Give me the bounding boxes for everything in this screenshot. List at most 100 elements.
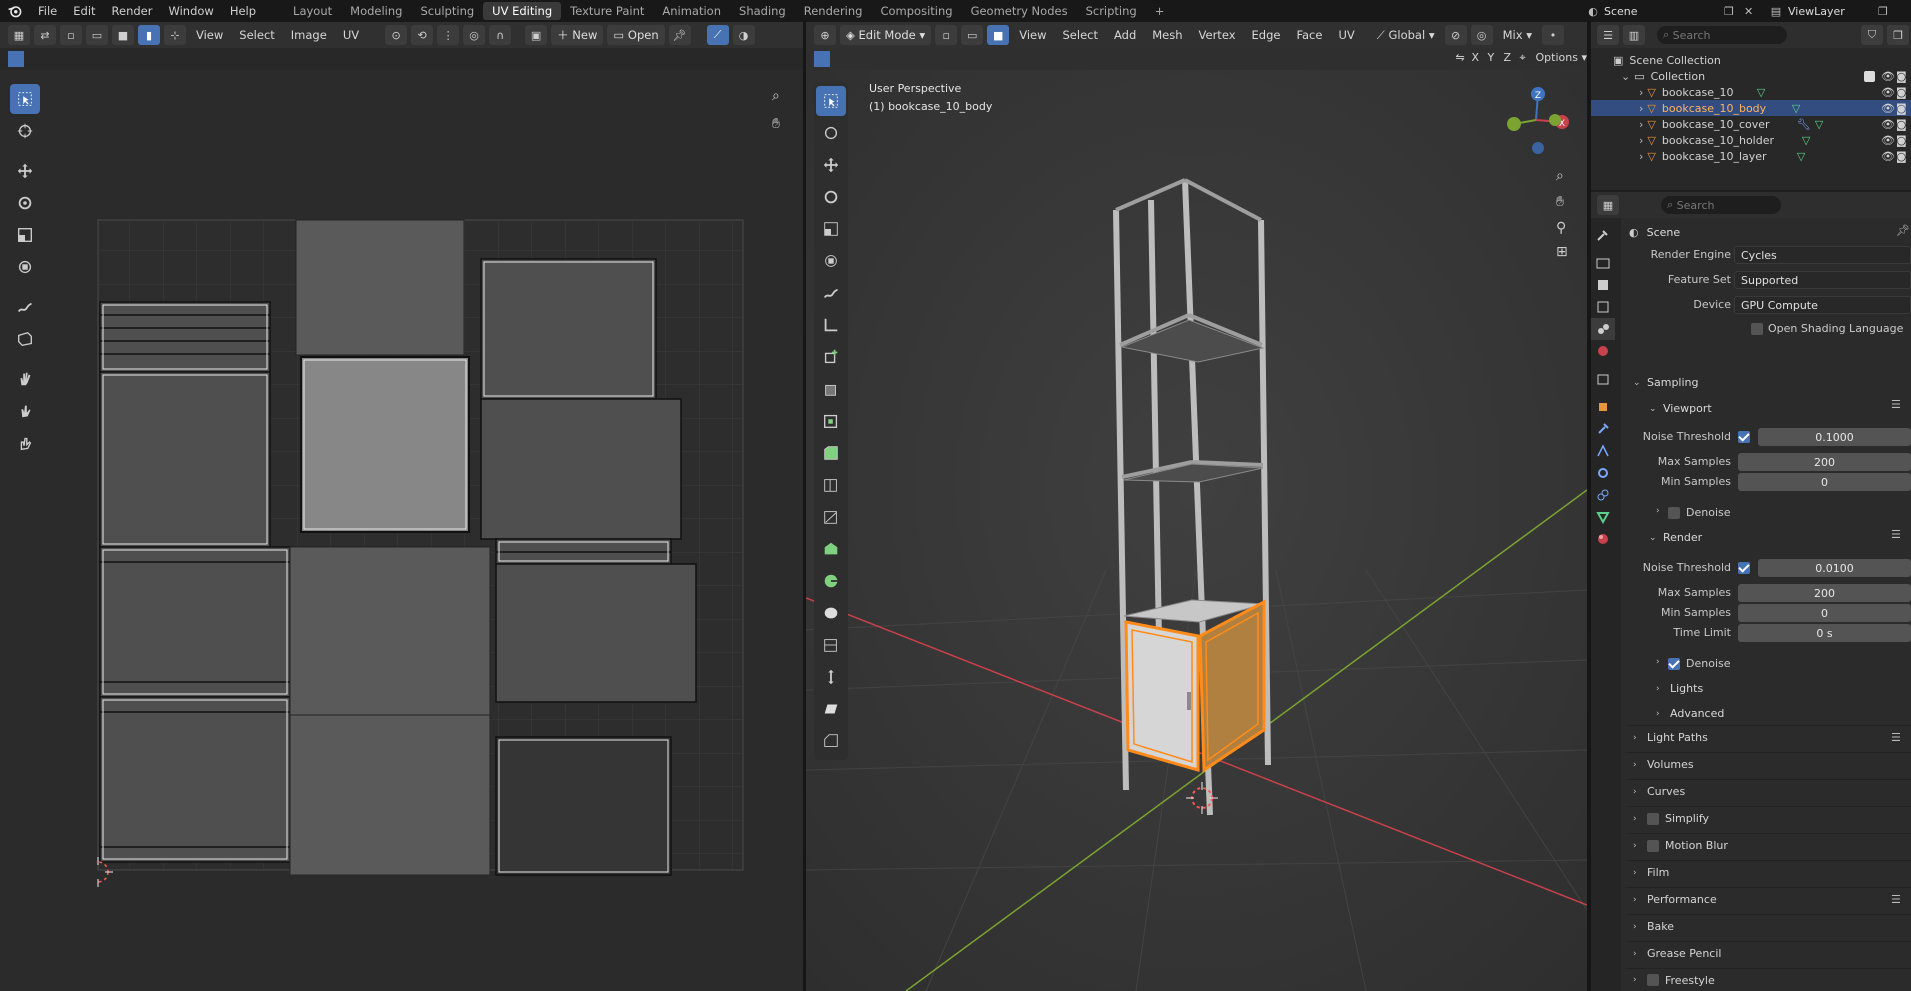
menu-edit[interactable]: Edit [65,4,103,18]
outliner-scene-collection[interactable]: ▣ Scene Collection [1591,52,1911,68]
mesh-data-icon[interactable]: ▽ [1797,150,1805,163]
outliner-item[interactable]: › ▽ bookcase_10 ▽ 👁︎ ◙ [1591,84,1911,100]
new-image-button[interactable]: ＋ New [551,25,604,45]
pin-icon[interactable]: 📌︎ [668,25,691,45]
outliner-item[interactable]: › ▽ bookcase_10_holder ▽ 👁︎ ◙ [1591,132,1911,148]
overlay-icon[interactable]: ◑ [732,25,755,45]
annotate-tool-icon[interactable] [10,292,40,322]
uv-edge-mode-icon[interactable]: ▭ [86,25,108,45]
vp-move-icon[interactable] [816,150,846,180]
panel-motion-blur[interactable]: › Motion Blur [1627,833,1911,857]
vertex-select-icon[interactable]: ▫ [935,25,958,45]
list-icon[interactable]: ☰ [1891,893,1901,906]
simplify-checkbox[interactable] [1647,812,1659,825]
new-collection-icon[interactable]: ❐ [1887,25,1909,45]
editor-type-icon[interactable]: ▦ [8,25,30,45]
outliner-collection[interactable]: ⌄ ▭ Collection 👁︎ ◙ [1591,68,1911,84]
mesh-data-icon[interactable]: ▽ [1802,134,1810,147]
display-mode-icon[interactable]: ▥ [1623,25,1645,45]
outliner-item[interactable]: › ▽ bookcase_10_layer ▽ 👁︎ ◙ [1591,148,1911,164]
mesh-data-icon[interactable]: ▽ [1815,118,1823,131]
view-layer-tab-icon[interactable] [1591,296,1615,318]
vp-camera-icon[interactable]: ⚲ [1556,220,1566,236]
modifier-icon[interactable]: 🔧︎ [1797,118,1811,131]
face-select-icon[interactable]: ■ [987,25,1010,45]
osl-checkbox[interactable] [1751,323,1763,335]
axis-y-toggle[interactable]: Y [1488,51,1504,67]
uv-menu-image[interactable]: Image [283,28,335,42]
tool-tab-icon[interactable] [1591,224,1615,246]
tab-shading[interactable]: Shading [730,2,795,20]
collection-checkbox[interactable] [1864,70,1875,82]
vp-transform-icon[interactable] [816,246,846,276]
tab-modeling[interactable]: Modeling [341,2,411,20]
pinch-tool-icon[interactable] [10,428,40,458]
vp-pan-icon[interactable]: ✋︎ [1556,194,1564,210]
panel-grease-pencil[interactable]: › Grease Pencil [1627,941,1911,965]
shear-icon[interactable] [816,694,846,724]
list-icon[interactable]: ☰ [1891,398,1901,411]
sticky-select-icon[interactable]: ⊹ [164,25,186,45]
panel-light-paths[interactable]: › Light Paths ☰ [1627,725,1911,749]
extrude-region-icon[interactable] [816,374,846,404]
vp-select-invert-icon[interactable] [862,51,878,67]
render-icon[interactable]: ◙ [1896,102,1907,115]
vp-measure-icon[interactable] [816,310,846,340]
tab-sculpting[interactable]: Sculpting [411,2,483,20]
visibility-icon[interactable]: 👁︎ [1881,150,1895,163]
snap-target-icon[interactable]: ⋮ [437,25,460,45]
spin-icon[interactable] [816,566,846,596]
pin-icon[interactable]: 📌︎ [1896,224,1910,237]
tab-scripting[interactable]: Scripting [1077,2,1146,20]
viewlayer-icon[interactable]: ▤ [1764,5,1788,18]
menu-render[interactable]: Render [104,4,161,18]
options-dropdown[interactable]: Options ▾ [1536,51,1587,67]
vp-select-box-icon[interactable] [816,86,846,116]
axis-z-toggle[interactable]: Z [1504,51,1520,67]
snap-toggle-icon[interactable]: • [1541,25,1564,45]
render-icon[interactable]: ◙ [1896,150,1907,163]
poly-build-icon[interactable] [816,534,846,564]
render-subpanel-header[interactable]: ⌄ Render [1649,531,1702,544]
vp-rotate-icon[interactable] [816,182,846,212]
uv-menu-select[interactable]: Select [231,28,282,42]
auto-merge-icon[interactable]: ⌖ [1520,51,1536,67]
move-tool-icon[interactable] [10,156,40,186]
advanced-subpanel-header[interactable]: › Advanced [1656,707,1724,720]
viewport-noise-threshold-checkbox[interactable] [1738,431,1750,443]
physics-tab-icon[interactable] [1591,462,1615,484]
viewlayer-copy-icon[interactable]: ❐ [1878,5,1898,18]
vp-menu-select[interactable]: Select [1055,28,1106,42]
panel-volumes[interactable]: › Volumes [1627,752,1911,776]
orientation-dropdown[interactable]: ⟋ Global ▾ [1369,28,1443,43]
menu-help[interactable]: Help [222,4,264,18]
viewport-editor-type-icon[interactable]: ⊕ [814,25,836,45]
render-noise-threshold-field[interactable]: 0.0100 [1758,559,1911,577]
properties-editor-type-icon[interactable]: ▦ [1597,195,1619,215]
tab-compositing[interactable]: Compositing [871,2,961,20]
blender-logo-icon[interactable] [0,3,30,19]
add-cube-icon[interactable] [816,342,846,372]
viewport-min-samples-field[interactable]: 0 [1738,473,1911,491]
select-mode-set-icon[interactable] [8,51,24,67]
open-image-button[interactable]: ▭ Open [607,25,665,45]
device-dropdown[interactable]: GPU Compute [1734,296,1911,314]
render-engine-dropdown[interactable]: Cycles [1734,246,1911,264]
outliner-filter-icon[interactable]: ⛉ [1861,25,1883,45]
properties-search[interactable]: ⌕ Search [1661,196,1781,214]
motion-blur-checkbox[interactable] [1647,839,1659,852]
vp-menu-mesh[interactable]: Mesh [1144,28,1190,42]
render-denoise-checkbox[interactable] [1668,658,1680,670]
uv-canvas[interactable] [96,217,746,897]
outliner-search[interactable]: ⌕ Search [1657,26,1787,44]
edge-select-icon[interactable]: ▭ [961,25,984,45]
vp-select-subtract-icon[interactable] [846,51,862,67]
visibility-icon[interactable]: 👁︎ [1881,86,1895,99]
mesh-data-icon[interactable]: ▽ [1792,102,1800,115]
uv-island-center[interactable] [289,219,491,876]
menu-file[interactable]: File [30,4,65,18]
tab-uv-editing[interactable]: UV Editing [483,2,562,20]
bevel-icon[interactable] [816,438,846,468]
viewport-subpanel-header[interactable]: ⌄ Viewport [1649,402,1712,415]
proportional-edit-icon[interactable]: ◎ [1470,25,1493,45]
